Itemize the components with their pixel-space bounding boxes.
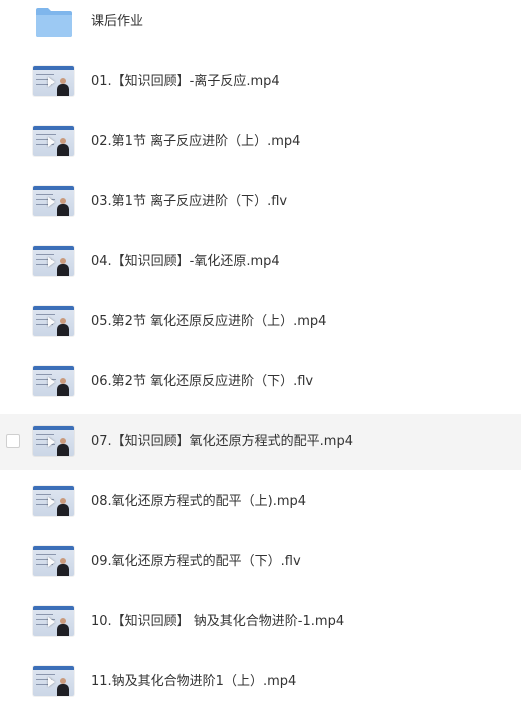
video-thumbnail xyxy=(33,666,74,696)
folder-icon xyxy=(36,8,72,37)
play-icon xyxy=(48,437,55,447)
file-name: 07.【知识回顾】氧化还原方程式的配平.mp4 xyxy=(91,434,353,449)
file-row[interactable]: 08.氧化还原方程式的配平（上).mp4 xyxy=(0,474,521,530)
play-icon xyxy=(48,77,55,87)
file-name: 03.第1节 离子反应进阶（下）.flv xyxy=(91,194,288,209)
video-thumbnail xyxy=(33,246,74,276)
row-checkbox[interactable] xyxy=(6,434,20,448)
file-name: 11.钠及其化合物进阶1（上）.mp4 xyxy=(91,674,297,689)
file-row[interactable]: 10.【知识回顾】 钠及其化合物进阶-1.mp4 xyxy=(0,594,521,650)
file-name: 04.【知识回顾】-氧化还原.mp4 xyxy=(91,254,280,269)
play-icon xyxy=(48,197,55,207)
play-icon xyxy=(48,497,55,507)
play-icon xyxy=(48,257,55,267)
file-row[interactable]: 03.第1节 离子反应进阶（下）.flv xyxy=(0,174,521,230)
file-name: 10.【知识回顾】 钠及其化合物进阶-1.mp4 xyxy=(91,614,345,629)
file-row[interactable]: 01.【知识回顾】-离子反应.mp4 xyxy=(0,54,521,110)
video-thumbnail xyxy=(33,306,74,336)
play-icon xyxy=(48,677,55,687)
file-name: 08.氧化还原方程式的配平（上).mp4 xyxy=(91,494,307,509)
file-list: 课后作业 01.【知识回顾】-离子反应.mp4 02.第1节 离子反应进阶（上）… xyxy=(0,0,521,708)
video-thumbnail xyxy=(33,66,74,96)
file-row[interactable]: 04.【知识回顾】-氧化还原.mp4 xyxy=(0,234,521,290)
play-icon xyxy=(48,557,55,567)
video-thumbnail xyxy=(33,606,74,636)
video-thumbnail xyxy=(33,126,74,156)
play-icon xyxy=(48,137,55,147)
file-row[interactable]: 09.氧化还原方程式的配平（下）.flv xyxy=(0,534,521,590)
file-name: 09.氧化还原方程式的配平（下）.flv xyxy=(91,554,301,569)
video-thumbnail xyxy=(33,426,74,456)
play-icon xyxy=(48,377,55,387)
file-row[interactable]: 11.钠及其化合物进阶1（上）.mp4 xyxy=(0,654,521,710)
video-thumbnail xyxy=(33,546,74,576)
play-icon xyxy=(48,617,55,627)
file-name: 06.第2节 氧化还原反应进阶（下）.flv xyxy=(91,374,314,389)
play-icon xyxy=(48,317,55,327)
video-thumbnail xyxy=(33,366,74,396)
file-name: 05.第2节 氧化还原反应进阶（上）.mp4 xyxy=(91,314,327,329)
folder-row[interactable]: 课后作业 xyxy=(0,0,521,44)
file-name: 02.第1节 离子反应进阶（上）.mp4 xyxy=(91,134,301,149)
video-thumbnail xyxy=(33,486,74,516)
file-name: 01.【知识回顾】-离子反应.mp4 xyxy=(91,74,280,89)
folder-name: 课后作业 xyxy=(91,14,144,29)
file-row[interactable]: 05.第2节 氧化还原反应进阶（上）.mp4 xyxy=(0,294,521,350)
video-thumbnail xyxy=(33,186,74,216)
file-row[interactable]: 02.第1节 离子反应进阶（上）.mp4 xyxy=(0,114,521,170)
file-row[interactable]: 07.【知识回顾】氧化还原方程式的配平.mp4 xyxy=(0,414,521,470)
file-row[interactable]: 06.第2节 氧化还原反应进阶（下）.flv xyxy=(0,354,521,410)
